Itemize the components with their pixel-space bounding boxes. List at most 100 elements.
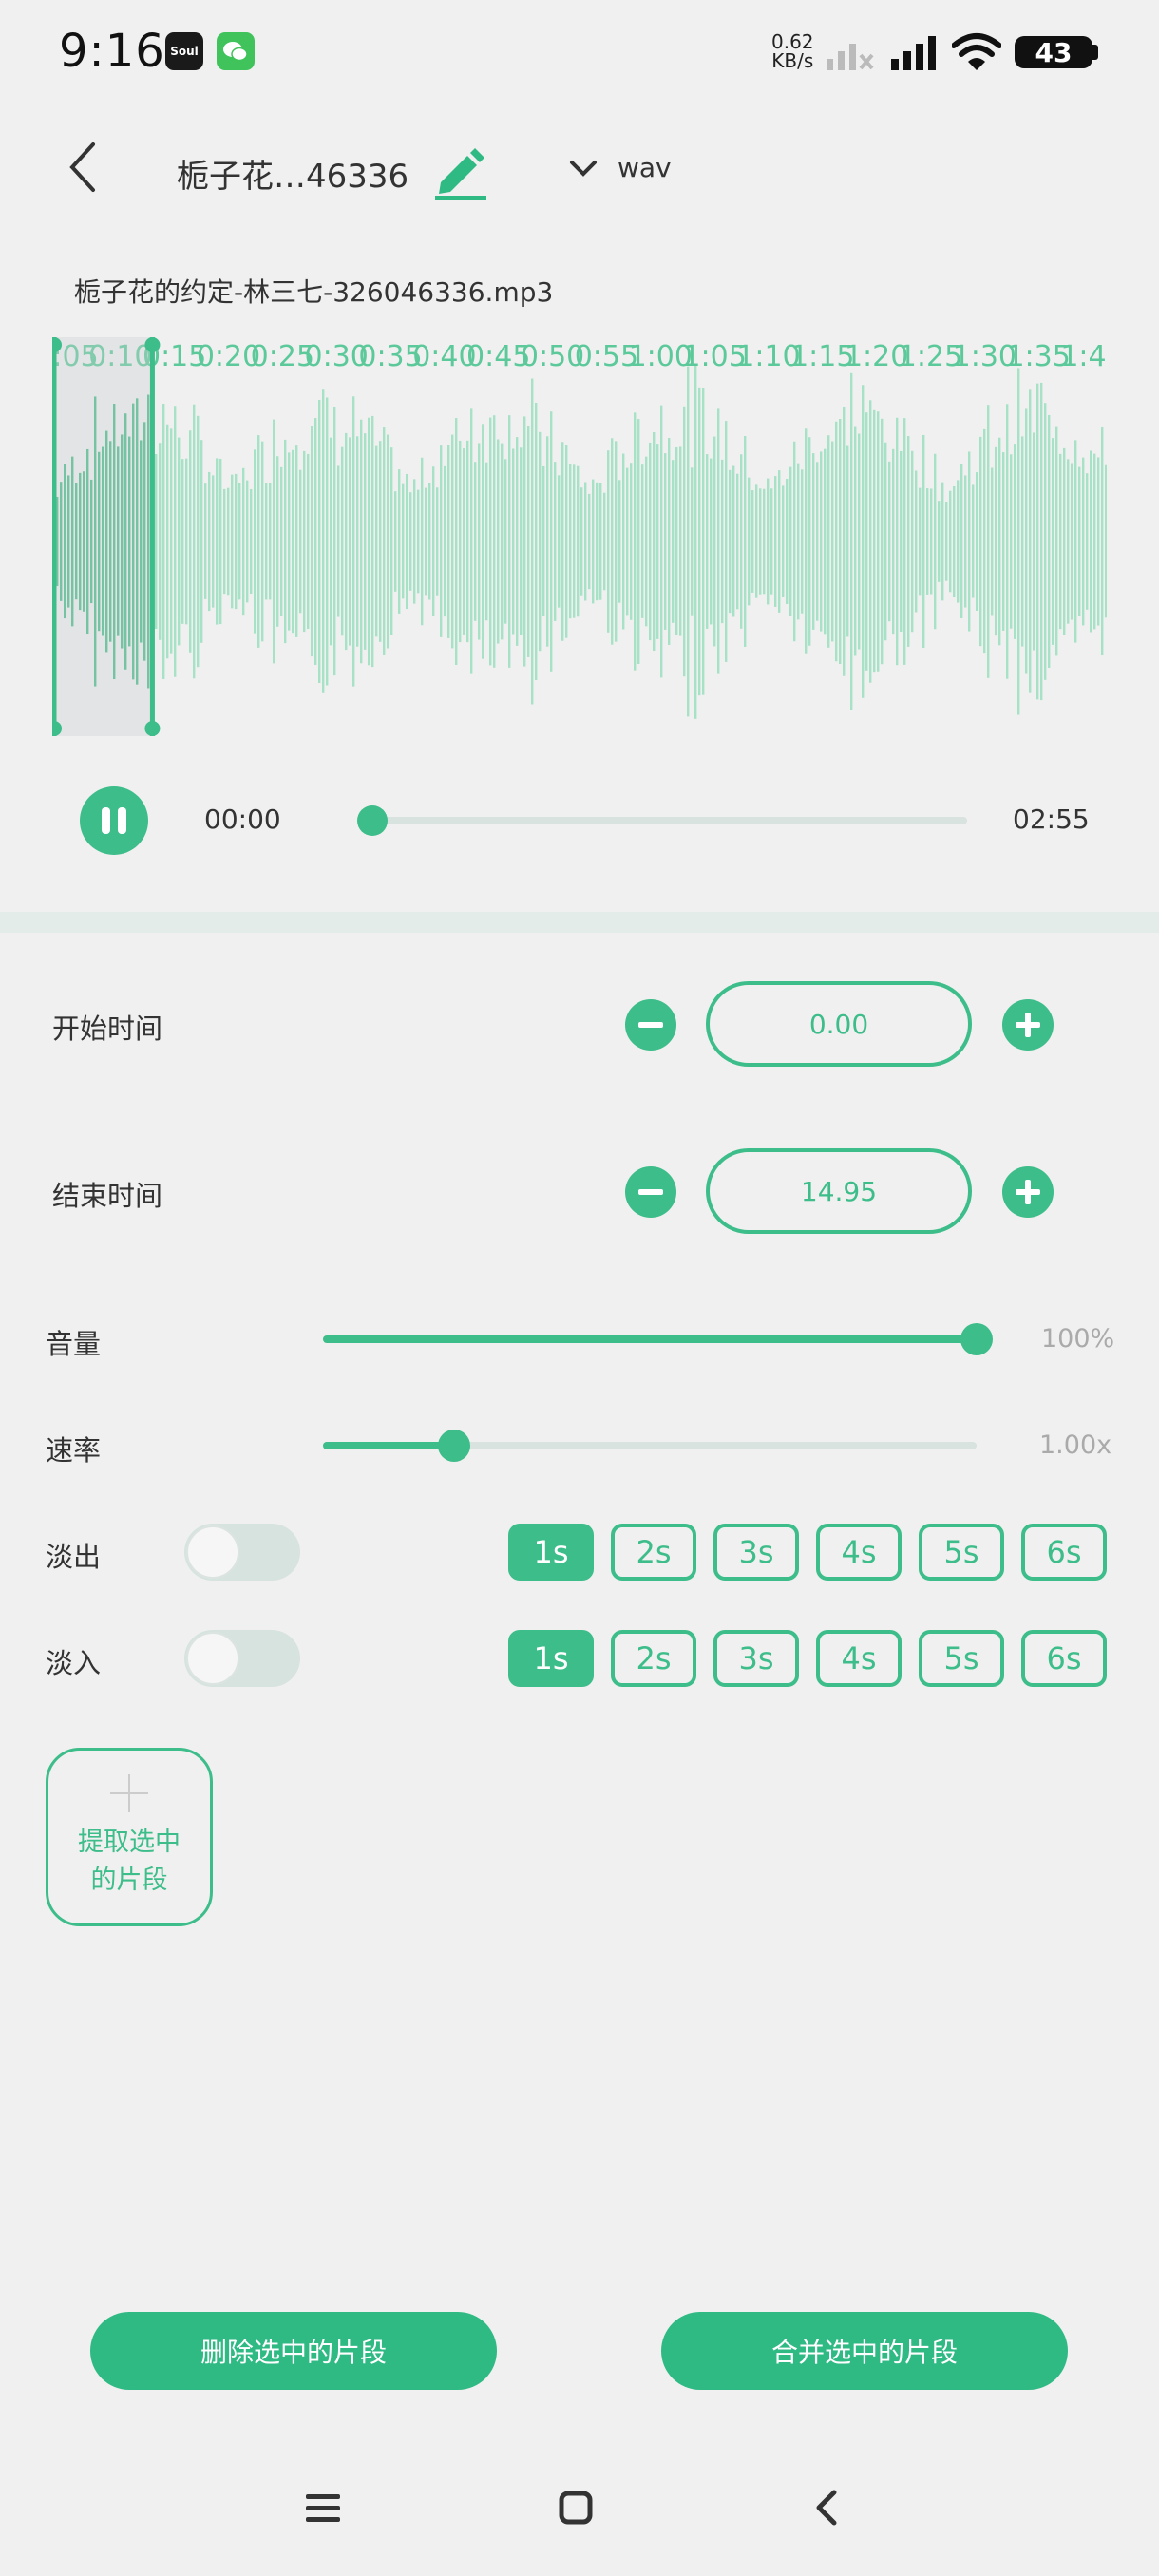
merge-selection-button[interactable]: 合并选中的片段 <box>661 2312 1068 2390</box>
fade-in-option[interactable]: 2s <box>611 1630 696 1687</box>
waveform-bar <box>656 444 659 639</box>
playback-progress[interactable] <box>372 817 967 824</box>
waveform-bar <box>276 456 279 627</box>
waveform-bar <box>835 421 838 662</box>
waveform-bar <box>915 470 918 613</box>
playback-thumb[interactable] <box>357 805 388 836</box>
waveform-bar <box>736 473 739 610</box>
extract-selection-button[interactable]: 提取选中的片段 <box>46 1748 213 1926</box>
waveform-bar <box>341 446 344 636</box>
waveform-bar <box>261 441 264 642</box>
waveform-bar <box>212 475 215 608</box>
waveform-bar <box>569 464 572 619</box>
fade-out-option[interactable]: 6s <box>1021 1524 1107 1581</box>
waveform-bar <box>816 462 819 621</box>
end-time-decrease-button[interactable] <box>625 1166 676 1218</box>
start-time-decrease-button[interactable] <box>625 999 676 1051</box>
waveform-bar <box>653 432 656 651</box>
waveform-bar <box>862 385 864 698</box>
waveform-bar <box>1101 426 1104 656</box>
waveform-bar <box>1021 436 1024 647</box>
waveform-bar <box>603 492 606 591</box>
format-select[interactable]: wav <box>566 152 672 183</box>
fade-out-option[interactable]: 1s <box>508 1524 594 1581</box>
waveform-bar <box>504 459 507 624</box>
waveform-bar <box>660 405 663 678</box>
waveform-bar <box>1090 450 1092 633</box>
fade-in-toggle[interactable] <box>184 1630 300 1687</box>
waveform-bar <box>740 454 743 629</box>
start-time-field[interactable]: 0.00 <box>706 981 972 1067</box>
audio-waveform[interactable]: 0:050:100:150:200:250:300:350:400:450:50… <box>52 337 1107 736</box>
volume-thumb[interactable] <box>960 1323 993 1355</box>
delete-selection-button[interactable]: 删除选中的片段 <box>90 2312 497 2390</box>
fade-in-option[interactable]: 6s <box>1021 1630 1107 1687</box>
waveform-bar <box>1055 426 1058 656</box>
fade-out-option[interactable]: 3s <box>713 1524 799 1581</box>
waveform-bar <box>964 475 967 608</box>
pause-button[interactable] <box>80 786 148 855</box>
waveform-bar <box>664 453 667 630</box>
waveform-bar <box>839 419 842 664</box>
waveform-bar <box>767 478 770 605</box>
home-icon[interactable] <box>547 2479 604 2536</box>
volume-slider[interactable] <box>323 1335 977 1343</box>
menu-icon[interactable] <box>294 2479 352 2536</box>
waveform-bar <box>428 483 431 600</box>
speed-thumb[interactable] <box>437 1430 470 1462</box>
waveform-bar <box>941 482 944 601</box>
waveform-bar <box>926 488 929 595</box>
waveform-bar <box>527 426 530 657</box>
waveform-bar <box>436 487 439 596</box>
volume-value: 100% <box>1041 1324 1115 1354</box>
waveform-bar <box>242 467 245 616</box>
fade-out-option[interactable]: 5s <box>919 1524 1004 1581</box>
back-icon[interactable] <box>800 2479 857 2536</box>
waveform-bar <box>949 490 952 593</box>
waveform-bar <box>782 485 785 597</box>
waveform-bar <box>311 426 314 657</box>
waveform-bar <box>884 442 887 641</box>
start-time-increase-button[interactable] <box>1002 999 1054 1051</box>
waveform-bar <box>250 488 253 595</box>
waveform-bar <box>626 467 629 616</box>
end-time-field[interactable]: 14.95 <box>706 1148 972 1234</box>
waveform-bar <box>972 484 975 598</box>
waveform-bar <box>166 424 169 659</box>
selection-region[interactable] <box>54 337 153 736</box>
waveform-bar <box>337 465 340 617</box>
waveform-bar <box>455 418 458 665</box>
speed-slider[interactable] <box>323 1442 977 1449</box>
waveform-bar <box>675 447 678 635</box>
selection-handle-dot[interactable] <box>144 337 161 352</box>
back-button[interactable] <box>57 139 114 196</box>
waveform-bar <box>706 454 709 629</box>
fade-in-label: 淡入 <box>46 1647 102 1679</box>
waveform-bar <box>1063 447 1066 635</box>
fade-in-option[interactable]: 4s <box>816 1630 902 1687</box>
waveform-bar <box>1052 438 1054 645</box>
fade-in-option[interactable]: 1s <box>508 1630 594 1687</box>
waveform-bar <box>721 459 724 624</box>
waveform-bar <box>1074 440 1077 643</box>
waveform-bar <box>881 418 884 665</box>
waveform-bar <box>983 428 986 654</box>
fade-out-option[interactable]: 2s <box>611 1524 696 1581</box>
fade-in-option[interactable]: 3s <box>713 1630 799 1687</box>
fade-out-option[interactable]: 4s <box>816 1524 902 1581</box>
selection-handle-dot[interactable] <box>144 721 161 736</box>
waveform-bar <box>379 441 382 642</box>
waveform-bar <box>1086 473 1089 610</box>
waveform-bar <box>945 502 948 581</box>
waveform-bar <box>808 437 811 646</box>
fade-in-option[interactable]: 5s <box>919 1630 1004 1687</box>
toggle-knob <box>186 1525 239 1579</box>
waveform-bar <box>1006 404 1009 679</box>
fade-out-toggle[interactable] <box>184 1524 300 1581</box>
end-time-increase-button[interactable] <box>1002 1166 1054 1218</box>
waveform-bar <box>713 436 716 647</box>
current-time: 00:00 <box>204 804 281 835</box>
waveform-bar <box>417 489 420 594</box>
edit-title-button[interactable] <box>429 141 490 201</box>
waveform-bar <box>352 396 355 687</box>
